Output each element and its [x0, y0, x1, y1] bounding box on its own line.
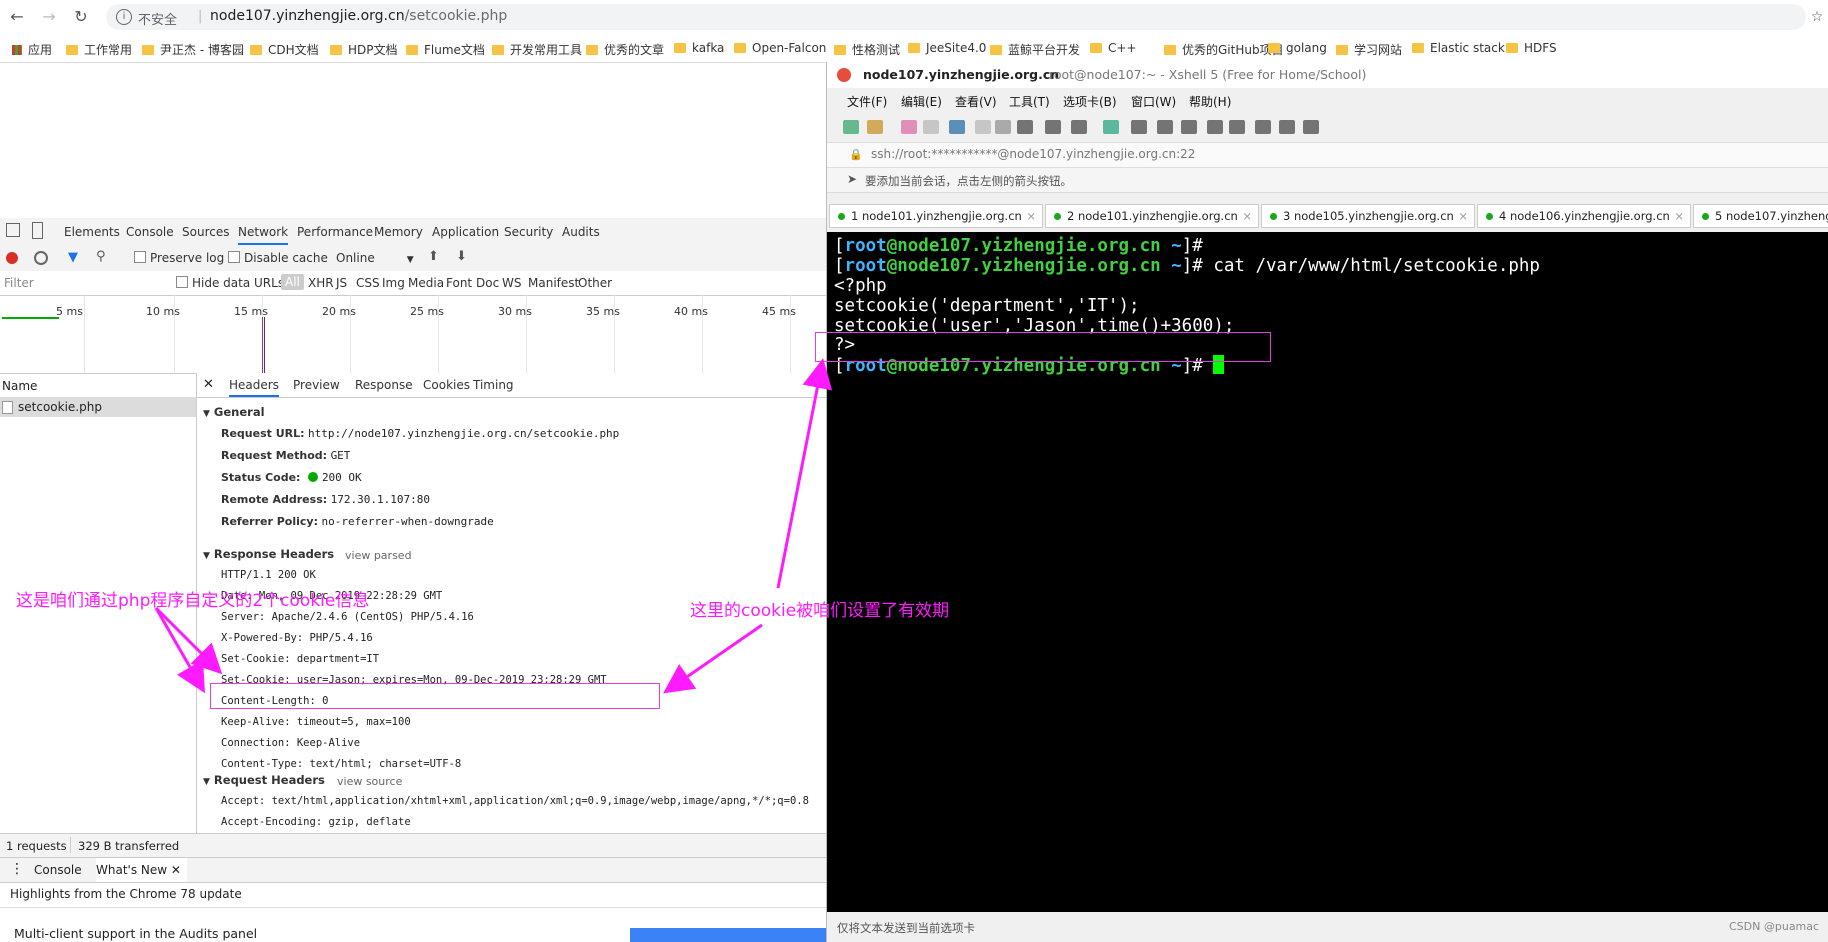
arrow-to-expires	[663, 623, 763, 694]
arrow-to-time	[776, 358, 833, 589]
annotation-arrows	[154, 358, 833, 694]
